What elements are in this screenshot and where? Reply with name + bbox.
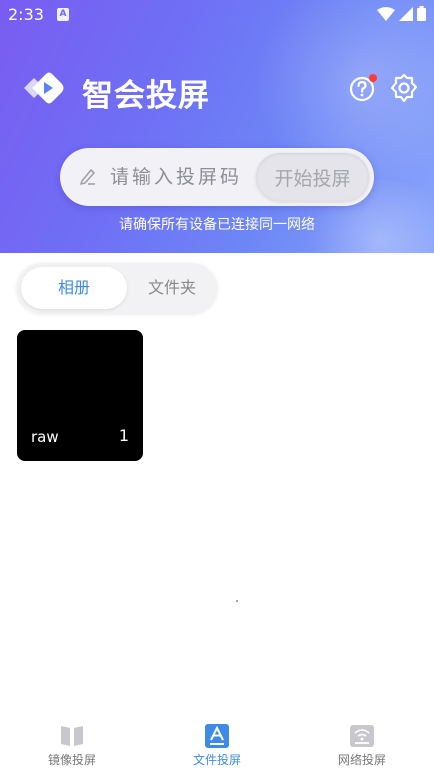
network-hint: 请确保所有设备已连接同一网络: [119, 217, 315, 233]
wifi-icon: [377, 6, 395, 21]
app-logo-icon: [24, 72, 64, 104]
nav-label: 网络投屏: [337, 753, 386, 767]
start-cast-button[interactable]: 开始投屏: [256, 153, 369, 201]
status-time: 2:33: [8, 5, 44, 24]
status-icons: [377, 6, 426, 21]
cast-code-input[interactable]: [110, 160, 258, 194]
header-banner: 2:33 A 智会投屏 请输入投屏码 开始投屏 请确保所有设备已连接同一网络: [0, 0, 434, 253]
network-cast-icon: [350, 725, 374, 747]
album-card[interactable]: raw 1: [17, 330, 143, 461]
tab-folder[interactable]: 文件夹: [127, 263, 217, 313]
album-name: raw: [31, 428, 59, 446]
pencil-icon: [80, 169, 95, 185]
notification-icon: A: [57, 8, 69, 21]
nav-item-mirror-cast[interactable]: 镜像投屏: [17, 718, 127, 768]
tab-album[interactable]: 相册: [21, 267, 127, 309]
nav-label: 镜像投屏: [47, 753, 96, 767]
settings-button[interactable]: [389, 73, 419, 103]
source-tabs: 相册 文件夹: [17, 263, 217, 313]
app-title: 智会投屏: [82, 78, 210, 114]
bottom-nav: 镜像投屏 文件投屏 网络投屏: [0, 718, 434, 771]
file-cast-icon: [205, 724, 229, 748]
mirror-cast-icon: [61, 726, 83, 746]
divider-dot: [236, 600, 238, 602]
album-count: 1: [118, 426, 129, 445]
help-icon: [349, 74, 377, 102]
cast-code-bar: 开始投屏: [60, 148, 374, 206]
battery-icon: [417, 6, 426, 21]
status-bar: 2:33 A: [0, 0, 434, 30]
gear-icon: [390, 73, 418, 103]
nav-label: 文件投屏: [192, 753, 241, 767]
signal-icon: [399, 6, 413, 21]
help-button[interactable]: [349, 74, 377, 102]
nav-item-network-cast[interactable]: 网络投屏: [307, 718, 417, 768]
nav-item-file-cast[interactable]: 文件投屏: [162, 718, 272, 768]
